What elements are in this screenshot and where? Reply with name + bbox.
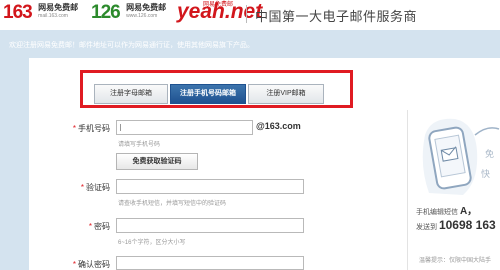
logo-126-mark: 126 (91, 2, 121, 23)
header-divider (246, 5, 247, 23)
tab-mobile-mailbox[interactable]: 注册手机号码邮箱 (170, 84, 246, 104)
required-mark: * (72, 260, 76, 269)
confirm-password-label: * 确认密码 (40, 259, 110, 270)
sms-send-to: 发送到 10698 163 (416, 218, 496, 232)
logo-163-mark: 163 (3, 2, 33, 23)
required-mark: * (80, 183, 84, 192)
logo-126-url: www.126.com (126, 13, 158, 19)
phone-sms-icon: 免 快 (422, 118, 500, 195)
sms-instruction-text: 手机编辑短信 (416, 209, 458, 216)
sms-letter: A， (459, 206, 478, 217)
side-panel-divider (407, 110, 408, 270)
art-char-1: 免 (485, 148, 494, 159)
tab-letter-mailbox[interactable]: 注册字母邮箱 (94, 84, 168, 104)
site-header: 163 网易免费邮 mail.163.com 126 网易免费邮 www.126… (0, 0, 500, 30)
sms-number: 10698 163 (438, 218, 496, 232)
mobile-label: * 手机号码 (40, 123, 110, 134)
logo-163-name: 网易免费邮 (38, 3, 79, 12)
sms-instruction: 手机编辑短信 A， (416, 202, 477, 217)
logo-126-name: 网易免费邮 (126, 3, 167, 12)
logo-163-url: mail.163.com (38, 13, 68, 19)
art-char-2: 快 (481, 168, 490, 179)
welcome-notice: 欢迎注册网易免费邮！邮件地址可以作为网易通行证，使用其他网易旗下产品。 (9, 42, 254, 49)
code-label-text: 验证码 (86, 183, 110, 192)
logo-163[interactable]: 163 网易免费邮 mail.163.com (3, 3, 78, 22)
warm-tip: 温馨提示：仅限中国大陆手 (419, 258, 492, 264)
password-hint: 6~16个字符，区分大小写 (118, 240, 186, 246)
required-mark: * (88, 222, 92, 231)
mobile-hint: 请填写手机号码 (118, 142, 161, 148)
password-input[interactable] (116, 218, 304, 233)
text-cursor (120, 124, 121, 131)
required-mark: * (72, 124, 76, 133)
code-hint: 请查收手机短信，并填写短信中的验证码 (118, 201, 227, 207)
code-label: * 验证码 (40, 182, 110, 193)
confirm-password-input[interactable] (116, 256, 304, 270)
get-verification-code-button[interactable]: 免费获取验证码 (116, 153, 198, 170)
site-slogan: 中国第一大电子邮件服务商 (255, 9, 418, 24)
confirm-password-label-text: 确认密码 (78, 260, 110, 269)
logo-yeah[interactable]: 网易免费邮 yeah.net (177, 1, 262, 23)
send-to-text: 发送到 (416, 224, 437, 231)
mobile-domain-suffix: @163.com (256, 121, 301, 131)
password-label: * 密码 (40, 221, 110, 232)
tab-vip-mailbox[interactable]: 注册VIP邮箱 (248, 84, 324, 104)
password-label-text: 密码 (94, 222, 110, 231)
verification-code-input[interactable] (116, 179, 304, 194)
mobile-label-text: 手机号码 (78, 124, 110, 133)
logo-126[interactable]: 126 网易免费邮 www.126.com (91, 3, 166, 22)
mobile-input[interactable] (116, 120, 253, 135)
